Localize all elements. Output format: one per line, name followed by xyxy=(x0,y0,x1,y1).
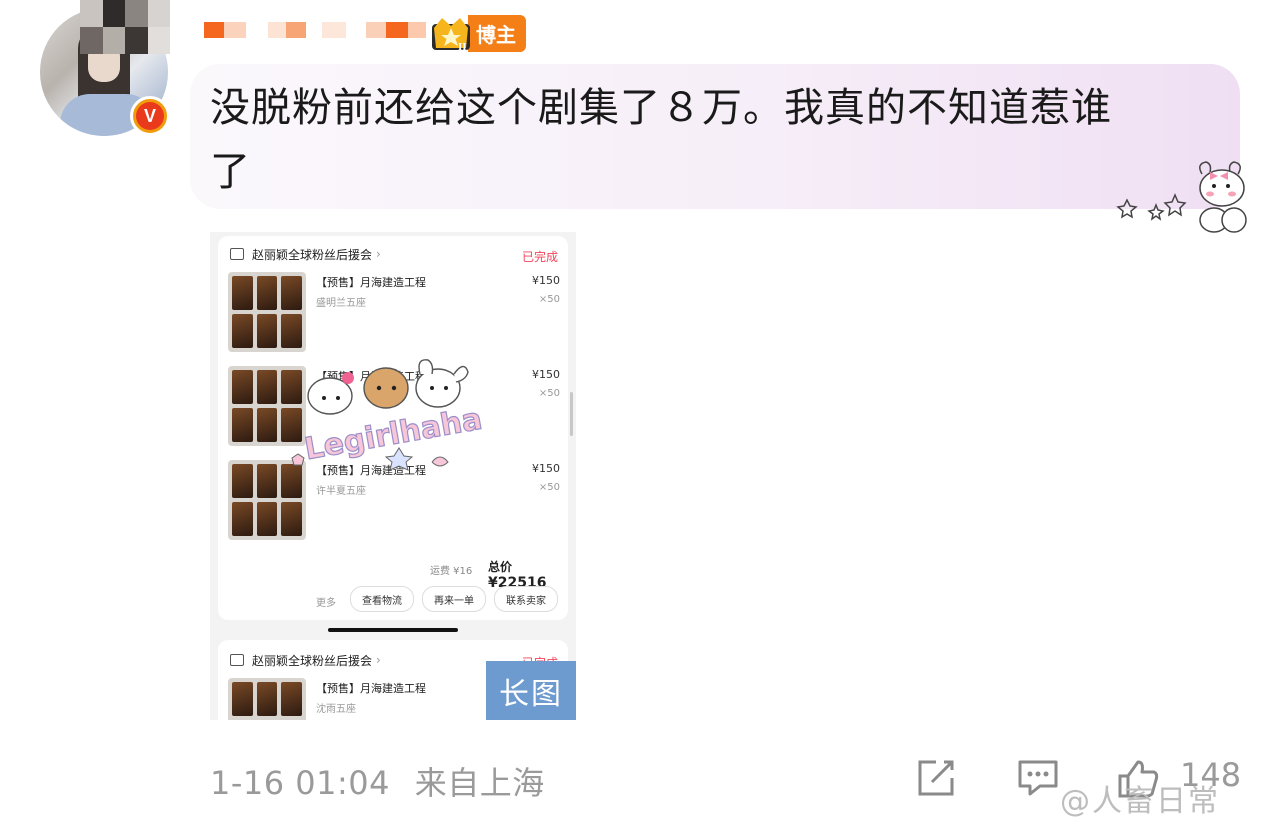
item-quantity: ×50 xyxy=(538,388,560,399)
blogger-label: 博主 xyxy=(468,14,526,52)
shop-row[interactable]: 赵丽颖全球粉丝后援会 › xyxy=(230,650,381,670)
scrollbar[interactable] xyxy=(570,392,573,436)
item-quantity: ×50 xyxy=(538,482,560,493)
crown-icon: II xyxy=(432,18,470,52)
shop-row[interactable]: 赵丽颖全球粉丝后援会 › xyxy=(230,244,381,264)
store-icon xyxy=(230,654,244,666)
comment-text-line-1: 没脱粉前还给这个剧集了８万。我真的不知道惹谁 xyxy=(210,85,1112,131)
store-icon xyxy=(230,248,244,260)
blogger-badge: II 博主 xyxy=(428,14,526,52)
legirlhaha-watermark: Legirlhaha xyxy=(291,359,485,471)
shop-name: 赵丽颖全球粉丝后援会 xyxy=(252,247,373,262)
long-image-badge: 长图 xyxy=(486,661,576,720)
share-icon[interactable] xyxy=(914,758,958,798)
chevron-right-icon: › xyxy=(376,653,381,667)
item-title: 【预售】月海建造工程 xyxy=(316,682,426,695)
bubble-sticker-icon xyxy=(1116,161,1247,233)
item-title: 【预售】月海建造工程 xyxy=(316,276,426,289)
shop-name: 赵丽颖全球粉丝后援会 xyxy=(252,653,373,668)
item-quantity: ×50 xyxy=(538,294,560,305)
verified-letter: V xyxy=(136,102,164,130)
view-logistics-button[interactable]: 查看物流 xyxy=(350,586,414,612)
more-link[interactable]: 更多 xyxy=(316,594,336,609)
comment-icon[interactable] xyxy=(1016,758,1060,798)
item-thumbnail xyxy=(228,678,306,720)
total-label: 总价 xyxy=(488,560,513,574)
contact-seller-button[interactable]: 联系卖家 xyxy=(494,586,558,612)
home-indicator xyxy=(328,628,458,632)
item-subtitle: 盛明兰五座 xyxy=(316,298,366,309)
reorder-button[interactable]: 再来一单 xyxy=(422,586,486,612)
item-price: ¥150 xyxy=(532,368,560,381)
item-subtitle: 沈雨五座 xyxy=(316,704,356,715)
avatar-mosaic-blur xyxy=(80,0,170,54)
timestamp: 1-16 01:04 xyxy=(210,764,391,802)
comment-text-line-2: 了 xyxy=(210,149,251,195)
svg-text:II: II xyxy=(458,41,467,52)
username-mosaic[interactable] xyxy=(204,20,426,46)
shipping-fee: 运费 ¥16 xyxy=(430,566,473,577)
verified-badge-icon: V xyxy=(130,96,170,136)
item-price: ¥150 xyxy=(532,274,560,287)
comment-text: 没脱粉前还给这个剧集了８万。我真的不知道惹谁 了 xyxy=(210,76,1210,204)
comment-meta: 1-16 01:04 来自上海 xyxy=(210,758,545,804)
order-item[interactable]: 【预售】月海建造工程 盛明兰五座 ¥150 ×50 xyxy=(228,272,560,352)
order-status: 已完成 xyxy=(521,250,558,264)
item-subtitle: 许半夏五座 xyxy=(316,486,366,497)
item-thumbnail xyxy=(228,272,306,352)
footer-watermark: @人畜日常 xyxy=(1060,784,1220,819)
location: 来自上海 xyxy=(414,764,545,802)
chevron-right-icon: › xyxy=(376,247,381,261)
item-price: ¥150 xyxy=(532,462,560,475)
order-screenshot-image[interactable]: 赵丽颖全球粉丝后援会 › 已完成 【预售】月海建造工程 盛明兰五座 ¥150 ×… xyxy=(210,232,576,720)
